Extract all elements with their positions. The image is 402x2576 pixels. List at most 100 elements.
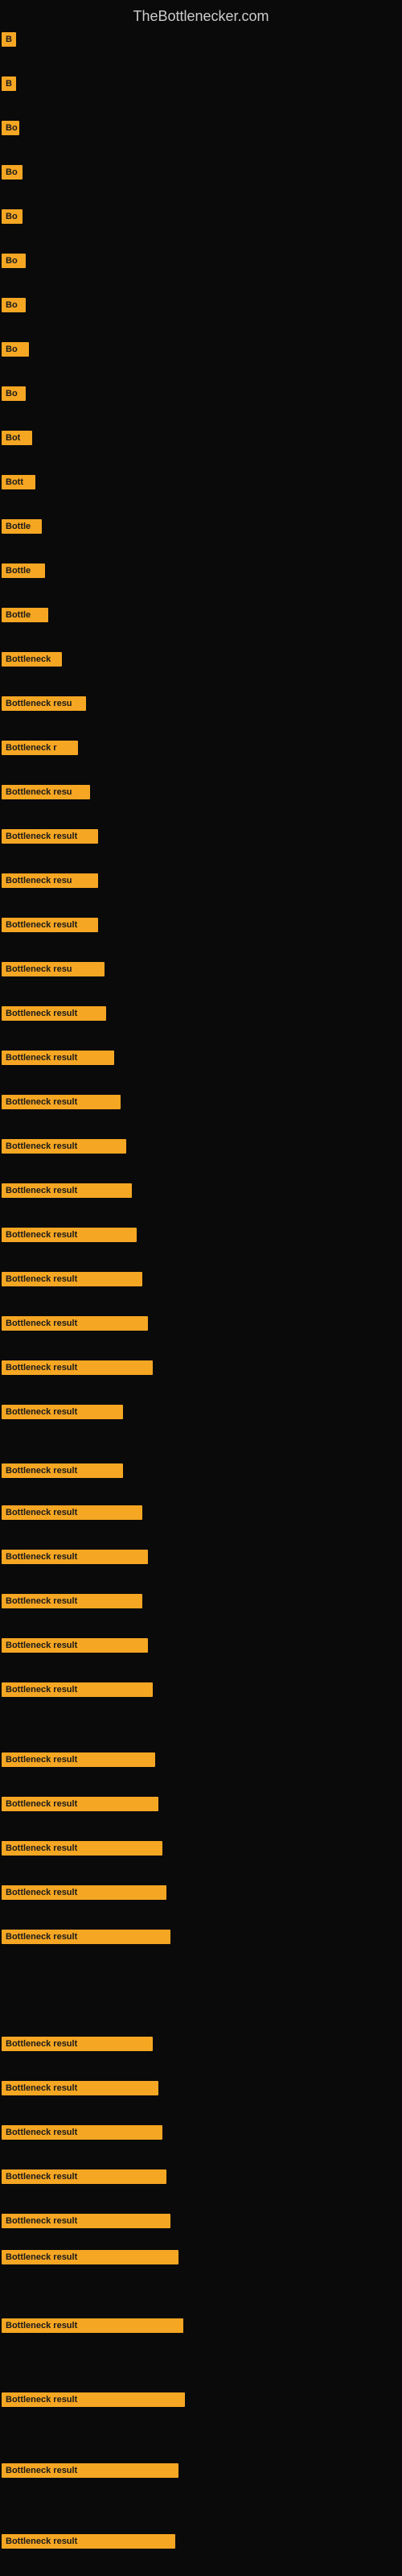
bar-item: Bottleneck result (2, 2534, 175, 2549)
bar-item: Bottle (2, 608, 48, 622)
bar-label: Bottle (2, 519, 42, 534)
bar-item: Bottleneck resu (2, 962, 105, 976)
bar-label: Bottleneck result (2, 1797, 158, 1811)
bar-label: B (2, 32, 16, 47)
bar-label: Bottleneck resu (2, 962, 105, 976)
bar-item: Bot (2, 431, 32, 445)
bar-item: Bottleneck result (2, 918, 98, 932)
bar-item: Bottleneck r (2, 741, 78, 755)
bar-item: Bo (2, 298, 26, 312)
bar-item: Bottleneck (2, 652, 62, 667)
chart-area: TheBottlenecker.com B B Bo Bo Bo Bo Bo Bo Bo Bot B… (0, 0, 402, 2576)
bar-label: Bottleneck result (2, 2214, 170, 2228)
bar-item: Bottleneck result (2, 1841, 162, 1856)
bar-item: Bo (2, 254, 26, 268)
bar-label: Bottleneck result (2, 1139, 126, 1154)
bar-item: Bottleneck result (2, 1505, 142, 1520)
bar-label: Bottleneck result (2, 1594, 142, 1608)
bar-label: Bot (2, 431, 32, 445)
bar-label: Bottleneck result (2, 1752, 155, 1767)
bar-label: Bottleneck result (2, 1885, 166, 1900)
bar-label: B (2, 76, 16, 91)
bar-item: Bottleneck result (2, 1550, 148, 1564)
bar-item: Bottleneck result (2, 1006, 106, 1021)
bar-item: Bottleneck result (2, 1272, 142, 1286)
bar-item: Bottleneck result (2, 1930, 170, 1944)
bar-item: Bottleneck result (2, 1095, 121, 1109)
bar-label: Bo (2, 254, 26, 268)
bar-label: Bottleneck result (2, 1505, 142, 1520)
bar-label: Bo (2, 298, 26, 312)
bar-item: Bottleneck result (2, 2081, 158, 2095)
bar-item: Bottleneck result (2, 1228, 137, 1242)
bar-label: Bottleneck result (2, 1360, 153, 1375)
bar-item: Bottleneck result (2, 2318, 183, 2333)
bar-label: Bottleneck r (2, 741, 78, 755)
bar-label: Bottleneck result (2, 829, 98, 844)
bar-label: Bottleneck result (2, 1638, 148, 1653)
bar-label: Bottleneck result (2, 1682, 153, 1697)
bar-label: Bo (2, 209, 23, 224)
bar-item: B (2, 76, 16, 91)
bar-label: Bottle (2, 608, 48, 622)
bar-label: Bottleneck result (2, 1463, 123, 1478)
bar-label: Bottleneck result (2, 1550, 148, 1564)
bar-item: Bo (2, 209, 23, 224)
bar-item: Bottleneck result (2, 2169, 166, 2184)
bar-item: Bottleneck result (2, 1139, 126, 1154)
bar-item: Bottleneck result (2, 1360, 153, 1375)
bar-label: Bottleneck result (2, 2037, 153, 2051)
bar-label: Bott (2, 475, 35, 489)
bar-item: Bottleneck result (2, 1594, 142, 1608)
bar-item: Bottleneck result (2, 1682, 153, 1697)
bar-item: Bottleneck result (2, 2125, 162, 2140)
bar-label: Bottleneck result (2, 2318, 183, 2333)
bar-item: B (2, 32, 16, 47)
bar-label: Bottleneck result (2, 2125, 162, 2140)
bar-item: Bottleneck result (2, 1463, 123, 1478)
bar-item: Bottleneck result (2, 2392, 185, 2407)
bar-item: Bo (2, 165, 23, 180)
bar-item: Bottleneck result (2, 1051, 114, 1065)
bar-label: Bottleneck result (2, 1051, 114, 1065)
bar-label: Bottleneck result (2, 2534, 175, 2549)
bar-item: Bottleneck result (2, 1752, 155, 1767)
bar-item: Bottleneck result (2, 1638, 148, 1653)
bar-label: Bo (2, 386, 26, 401)
bar-label: Bo (2, 165, 23, 180)
bar-label: Bottleneck result (2, 1930, 170, 1944)
bar-item: Bo (2, 121, 19, 135)
bar-label: Bo (2, 342, 29, 357)
bar-item: Bottleneck resu (2, 696, 86, 711)
bar-label: Bottleneck result (2, 1272, 142, 1286)
bar-label: Bottleneck result (2, 918, 98, 932)
bar-item: Bo (2, 342, 29, 357)
bar-item: Bott (2, 475, 35, 489)
bar-item: Bottleneck result (2, 829, 98, 844)
site-title: TheBottlenecker.com (0, 0, 402, 29)
bar-label: Bottleneck resu (2, 873, 98, 888)
bar-label: Bottleneck result (2, 1228, 137, 1242)
bar-label: Bottleneck resu (2, 696, 86, 711)
bar-label: Bo (2, 121, 19, 135)
bar-item: Bottleneck resu (2, 873, 98, 888)
bar-label: Bottleneck result (2, 1841, 162, 1856)
bar-item: Bottle (2, 519, 42, 534)
bar-item: Bottleneck result (2, 1183, 132, 1198)
bar-label: Bottleneck result (2, 1316, 148, 1331)
bar-label: Bottleneck result (2, 1095, 121, 1109)
bar-item: Bottleneck result (2, 1316, 148, 1331)
bar-label: Bottleneck result (2, 2463, 178, 2478)
bar-label: Bottleneck result (2, 1006, 106, 1021)
bar-item: Bottle (2, 564, 45, 578)
bar-label: Bottleneck result (2, 2081, 158, 2095)
bar-item: Bottleneck resu (2, 785, 90, 799)
bar-item: Bottleneck result (2, 1797, 158, 1811)
bar-label: Bottleneck result (2, 1405, 123, 1419)
bar-item: Bottleneck result (2, 1405, 123, 1419)
bar-item: Bottleneck result (2, 2250, 178, 2264)
bar-label: Bottleneck result (2, 2392, 185, 2407)
bar-label: Bottleneck result (2, 2169, 166, 2184)
bar-item: Bo (2, 386, 26, 401)
bar-item: Bottleneck result (2, 2037, 153, 2051)
